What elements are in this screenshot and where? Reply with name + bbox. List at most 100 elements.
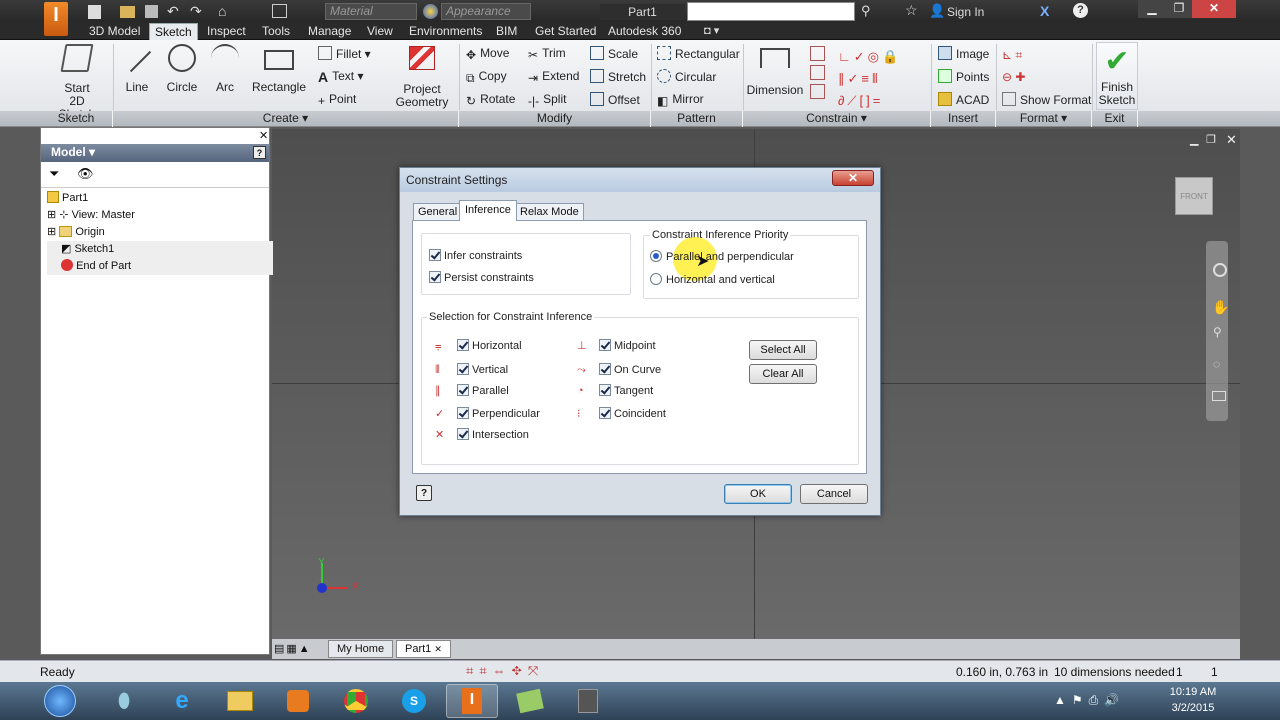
constraint-row-2-icon[interactable]: ∥✓≡⦀ (838, 68, 928, 90)
inventor-taskbar-icon[interactable]: I (446, 684, 498, 718)
tab-view[interactable]: View (362, 23, 398, 40)
tool-app-icon[interactable] (562, 684, 614, 718)
on-curve-checkbox[interactable]: ⤳ On Curve (577, 363, 661, 377)
panel-label-create[interactable]: Create ▾ (113, 111, 459, 127)
acad-button[interactable]: ACAD (938, 92, 989, 107)
save-icon[interactable] (145, 5, 158, 18)
appearance-dropdown[interactable]: Appearance (441, 3, 531, 20)
constraint-row-3-icon[interactable]: ∂⟋[]= (838, 90, 928, 112)
clock-date[interactable]: 3/2/2015 (1168, 702, 1218, 714)
arc-button[interactable]: Arc (210, 44, 240, 94)
scale-button[interactable]: Scale (590, 46, 638, 61)
tree-item-sketch1[interactable]: ◩ Sketch1 (47, 241, 273, 258)
show-constraints-icon[interactable] (810, 65, 825, 81)
dimension-button[interactable]: Dimension (746, 44, 804, 97)
constraint-settings-icon[interactable] (810, 84, 825, 100)
tab-get-started[interactable]: Get Started (530, 23, 601, 40)
home-icon[interactable]: ⌂ (218, 3, 226, 19)
tab-inference[interactable]: Inference (459, 200, 517, 221)
ribbon-toggle-icon[interactable]: ◘ ▾ (704, 24, 719, 37)
project-geometry-button[interactable]: Project Geometry (394, 44, 450, 109)
filter-icon[interactable]: ⏷ (49, 166, 59, 182)
persist-constraints-checkbox[interactable]: Persist constraints (429, 271, 534, 285)
undo-icon[interactable]: ↶ (167, 3, 179, 20)
tree-item-part1[interactable]: Part1 (47, 190, 273, 207)
star-icon[interactable]: ☆ (905, 2, 918, 19)
window-maximize-button[interactable]: ❐ (1166, 0, 1192, 18)
line-button[interactable]: Line (111, 32, 154, 94)
chrome-icon[interactable] (330, 684, 382, 718)
clock-time[interactable]: 10:19 AM (1168, 686, 1218, 698)
redo-icon[interactable]: ↷ (190, 3, 202, 20)
tab-sketch[interactable]: Sketch (149, 23, 198, 40)
perpendicular-checkbox[interactable]: ✓ Perpendicular (435, 407, 540, 421)
tab-environments[interactable]: Environments (404, 23, 487, 40)
midpoint-checkbox[interactable]: ⊥ Midpoint (577, 339, 656, 353)
zoom-icon[interactable]: ⚲ (1213, 325, 1222, 339)
sign-in-link[interactable]: Sign In (947, 5, 984, 19)
status-tools-icon[interactable]: ⌗⌗⇔✥⤧ (466, 663, 544, 679)
notes-app-icon[interactable] (504, 684, 556, 718)
start-2d-sketch-button[interactable]: Start 2D Sketch (50, 44, 104, 121)
ok-button[interactable]: OK (724, 484, 792, 504)
tab-tools[interactable]: Tools (257, 23, 295, 40)
help-icon[interactable]: ? (1073, 3, 1088, 18)
exchange-icon[interactable]: X (1040, 3, 1049, 19)
tab-manage[interactable]: Manage (303, 23, 356, 40)
vertical-checkbox[interactable]: ⦀ Vertical (435, 363, 508, 377)
close-icon[interactable]: ✕ (434, 644, 442, 654)
tab-general[interactable]: General (413, 203, 463, 221)
steering-wheel-icon[interactable] (1213, 263, 1227, 277)
browser-header[interactable]: Model ▾ (41, 144, 269, 162)
point-button[interactable]: + Point (318, 92, 356, 108)
tree-item-end-of-part[interactable]: End of Part (47, 258, 273, 275)
rotate-button[interactable]: ↻ Rotate (466, 92, 515, 108)
stretch-button[interactable]: Stretch (590, 69, 646, 84)
dialog-close-button[interactable]: ✕ (832, 170, 874, 186)
infer-constraints-checkbox[interactable]: Infer constraints (429, 249, 522, 263)
priority-horizontal-radio[interactable]: Horizontal and vertical (650, 273, 775, 287)
tree-item-view-master[interactable]: ⊞ ⊹ View: Master (47, 207, 273, 224)
circle-button[interactable]: Circle (164, 44, 200, 94)
media-player-icon[interactable] (272, 684, 324, 718)
tray-icons[interactable]: ▲⚑⎙🔊 (1054, 693, 1125, 708)
inventor-logo-icon[interactable]: I (44, 2, 68, 36)
find-icon[interactable]: 👁 (77, 166, 94, 182)
rectangle-button[interactable]: Rectangle (250, 44, 308, 94)
canvas-restore-button[interactable]: ❐ (1206, 133, 1216, 146)
mirror-button[interactable]: ◧ Mirror (657, 92, 704, 108)
coincident-checkbox[interactable]: ⁝ Coincident (577, 407, 666, 421)
search-input[interactable] (687, 2, 855, 21)
open-icon[interactable] (120, 6, 135, 18)
format-tools-icon[interactable]: ⊾ ⌗ ⊖ ✚ (1002, 44, 1042, 88)
browser-close-button[interactable]: ✕ (259, 129, 268, 142)
window-close-button[interactable]: ✕ (1192, 0, 1236, 18)
expand-icon[interactable]: ⊞ (47, 226, 56, 238)
tab-inspect[interactable]: Inspect (202, 23, 251, 40)
offset-button[interactable]: Offset (590, 92, 640, 107)
copy-button[interactable]: ⧉ Copy (466, 69, 507, 85)
tab-my-home[interactable]: My Home (328, 640, 394, 658)
panel-label-format[interactable]: Format ▾ (996, 111, 1092, 127)
cancel-button[interactable]: Cancel (800, 484, 868, 504)
clear-all-button[interactable]: Clear All (749, 364, 817, 384)
look-at-icon[interactable] (1212, 391, 1226, 401)
tile-windows-icon[interactable]: ▤▦▲ (274, 642, 312, 655)
trim-button[interactable]: ✂ Trim (528, 46, 566, 62)
tab-relax-mode[interactable]: Relax Mode (515, 203, 584, 221)
priority-parallel-radio[interactable]: Parallel and perpendicular (650, 250, 794, 264)
points-button[interactable]: Points (938, 69, 989, 84)
expand-icon[interactable]: ⊞ (47, 209, 56, 221)
search-icon[interactable]: ⚲ (861, 3, 871, 19)
parallel-checkbox[interactable]: ∥ Parallel (435, 384, 509, 398)
window-minimize-button[interactable]: ▁ (1138, 0, 1166, 18)
internet-explorer-icon[interactable]: e (156, 684, 208, 718)
browser-help-icon[interactable]: ? (253, 146, 266, 159)
select-all-button[interactable]: Select All (749, 340, 817, 360)
tangent-checkbox[interactable]: ◔ Tangent (577, 384, 653, 398)
tree-item-origin[interactable]: ⊞ Origin (47, 224, 273, 241)
panel-label-constrain[interactable]: Constrain ▾ (743, 111, 931, 127)
circular-pattern-button[interactable]: Circular (657, 69, 716, 84)
move-button[interactable]: ✥ Move (466, 46, 509, 62)
viewcube[interactable]: FRONT (1175, 177, 1213, 215)
